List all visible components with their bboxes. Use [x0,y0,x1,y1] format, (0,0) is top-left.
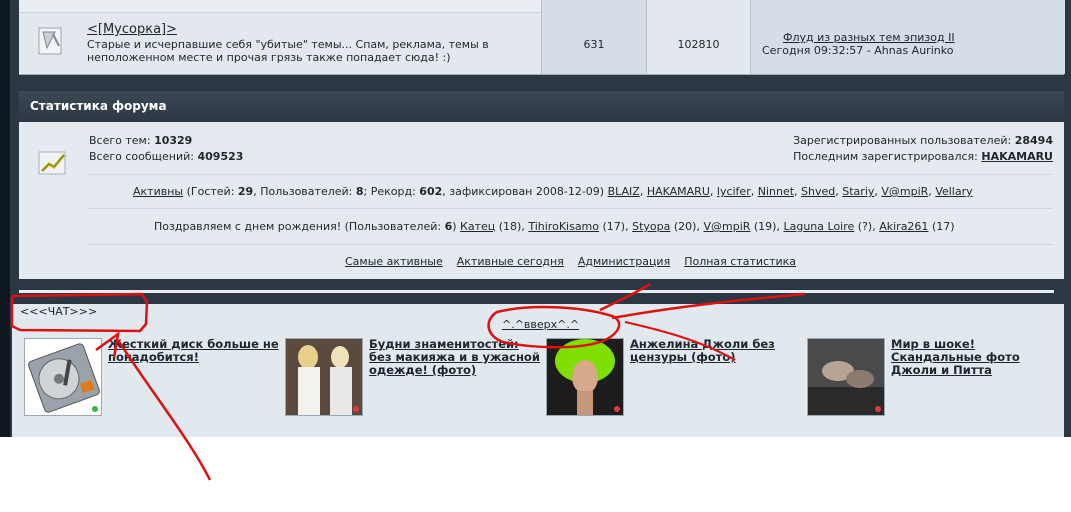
birthday-user-link[interactable]: Akira261 [879,220,928,233]
posts-cell: 102810 [646,0,750,74]
birthday-user-link[interactable]: V@mpiR [703,220,750,233]
ad-tile[interactable]: Мир в шоке! Скандальные фото Джоли и Пит… [807,338,1065,416]
active-user-link[interactable]: Vellary [935,185,972,198]
forum-description: Старые и исчерпавшие себя "убитые" темы.… [87,38,489,64]
ad-tile[interactable]: Жесткий диск больше не понадобится! [24,338,282,416]
forum-stats: Статистика форума Всего тем: 10329 Всего… [19,91,1064,279]
photo-icon [808,339,884,415]
last-post-info: Сегодня 09:32:57 - Ahnas Aurinko [762,44,954,57]
status-dot [875,406,881,412]
active-user-link[interactable]: Shved [801,185,835,198]
jolie-pitt-thumbnail[interactable] [807,338,885,416]
section-divider [19,290,1054,293]
total-posts: Всего сообщений: 409523 [89,150,244,163]
status-dot [614,406,620,412]
status-dot [92,406,98,412]
birthday-user-link[interactable]: TihiroKisamo [528,220,599,233]
ad-caption[interactable]: Анжелина Джоли без цензуры (фото) [630,338,802,364]
ad-caption[interactable]: Жесткий диск больше не понадобится! [108,338,280,364]
ad-caption[interactable]: Мир в шоке! Скандальные фото Джоли и Пит… [891,338,1063,377]
registered-users: Зарегистрированных пользователей: 28494 [793,134,1053,147]
most-active-link[interactable]: Самые активные [345,255,443,268]
topics-cell: 631 [541,0,646,74]
chat-link[interactable]: <<<ЧАТ>>> [20,305,97,318]
birthday-line: Поздравляем с днем рождения! (Пользовате… [154,220,955,233]
ad-caption[interactable]: Будни знаменитостей: без макияжа и в ужа… [369,338,541,377]
last-registered: Последним зарегистрировался: HAKAMARU [793,150,1053,163]
active-users-line: Активны (Гостей: 29, Пользователей: 8; Р… [133,185,973,198]
stats-separator [88,174,1053,175]
birthday-user-link[interactable]: Laguna Loire [783,220,854,233]
birthday-user-link[interactable]: Styopa [632,220,670,233]
status-dot [353,406,359,412]
active-link[interactable]: Активны [133,185,183,198]
active-user-link[interactable]: BLAIZ [608,185,640,198]
ad-tile[interactable]: Будни знаменитостей: без макияжа и в ужа… [285,338,543,416]
topics-count: 631 [583,38,605,51]
hard-drive-thumbnail[interactable] [24,338,102,416]
photo-icon [286,339,362,415]
last-registered-user-link[interactable]: HAKAMARU [981,150,1053,163]
hard-drive-icon [28,343,100,413]
stats-separator [88,208,1053,209]
celebrities-thumbnail[interactable] [285,338,363,416]
posts-count: 102810 [677,38,720,51]
last-post-cell: Флуд из разных тем эпизод II Сегодня 09:… [750,0,1065,74]
stats-separator [88,244,1053,245]
footer-area: <<<ЧАТ>>> ^.^вверх^.^ Жесткий диск больш… [12,304,1064,437]
active-user-link[interactable]: Ninnet [758,185,794,198]
ad-tile[interactable]: Анжелина Джоли без цензуры (фото) [546,338,804,416]
back-to-top-link[interactable]: ^.^вверх^.^ [502,318,579,331]
forum-title-link[interactable]: <[Мусорка]> [87,22,177,37]
last-post-link[interactable]: Флуд из разных тем эпизод II [783,31,955,44]
forum-row: <[Мусорка]> Старые и исчерпавшие себя "у… [19,0,1065,75]
active-user-link[interactable]: V@mpiR [881,185,928,198]
photo-icon [547,339,623,415]
administration-link[interactable]: Администрация [578,255,670,268]
full-stats-link[interactable]: Полная статистика [684,255,796,268]
birthday-user-link[interactable]: Катец [460,220,495,233]
stats-links: Самые активные Активные сегодня Админист… [345,255,796,268]
trash-forum-icon [38,27,62,55]
jolie-thumbnail[interactable] [546,338,624,416]
total-topics: Всего тем: 10329 [89,134,193,147]
active-user-link[interactable]: lycifer [717,185,751,198]
stats-header: Статистика форума [19,91,1064,122]
active-user-link[interactable]: HAKAMARU [647,185,710,198]
active-today-link[interactable]: Активные сегодня [457,255,564,268]
stats-chart-icon [38,151,66,175]
active-user-link[interactable]: Stariy [842,185,874,198]
